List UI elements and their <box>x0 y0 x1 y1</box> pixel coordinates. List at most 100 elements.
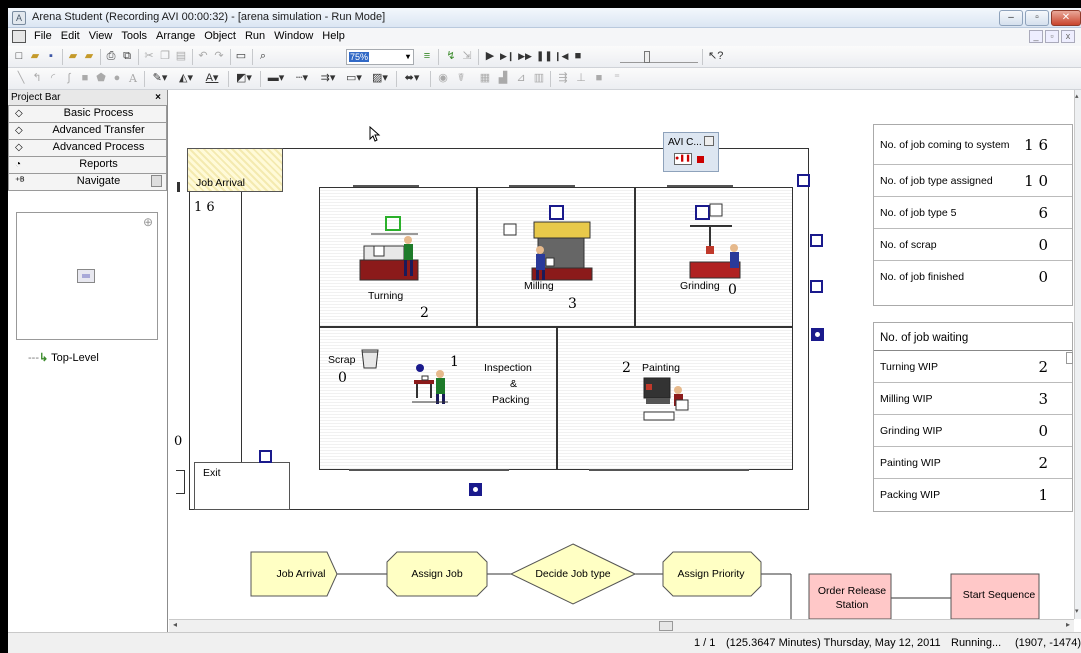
cut-icon[interactable]: ✂ <box>142 49 156 64</box>
line-width-icon[interactable]: ▬▾ <box>264 71 288 86</box>
end-icon[interactable]: ■ <box>572 49 584 64</box>
panel-basic-process[interactable]: ◇ Basic Process <box>8 106 167 123</box>
polygon-icon[interactable]: ⬟ <box>94 71 108 86</box>
scroll-down-icon[interactable]: ▾ <box>1075 607 1079 615</box>
avi-capture-widget[interactable]: AVI C... ●❚❚ <box>663 132 719 172</box>
scroll-right-icon[interactable]: ▸ <box>1066 620 1070 629</box>
step-icon[interactable]: ▶❙ <box>500 49 514 64</box>
template-detach-icon[interactable]: ▰ <box>82 49 96 64</box>
mdi-minimize-button[interactable]: _ <box>1029 30 1043 43</box>
project-bar-close-icon[interactable]: × <box>155 90 161 105</box>
milling-area: Milling 3 <box>477 187 635 327</box>
minimize-button[interactable]: – <box>999 10 1023 26</box>
menu-view[interactable]: View <box>89 30 113 42</box>
clock-icon[interactable]: ▦ <box>478 71 492 86</box>
menu-run[interactable]: Run <box>245 30 265 42</box>
line-pattern-icon[interactable]: ▭▾ <box>342 71 366 86</box>
text-icon[interactable]: A <box>126 71 140 86</box>
ellipse-icon[interactable]: ● <box>110 71 124 86</box>
help-pointer-icon[interactable]: ↖? <box>708 49 723 64</box>
save-icon[interactable]: ▪ <box>44 49 58 64</box>
new-icon[interactable]: □ <box>12 49 26 64</box>
layers-icon[interactable]: ▭ <box>234 49 248 64</box>
menu-window[interactable]: Window <box>274 30 313 42</box>
layers-toggle-icon[interactable]: ≡ <box>420 49 434 64</box>
scroll-left-icon[interactable]: ◂ <box>173 620 177 629</box>
zoom-select[interactable]: 75% ▾ <box>346 49 414 65</box>
show-icon[interactable]: ⬌▾ <box>400 71 424 86</box>
arrow-style-icon[interactable]: ⇉▾ <box>316 71 340 86</box>
segment-icon[interactable]: ⁼ <box>610 71 624 86</box>
date-icon[interactable]: ▟ <box>496 71 510 86</box>
status-bar: 1 / 1 (125.3647 Minutes) Thursday, May 1… <box>8 632 1081 653</box>
close-button[interactable]: ✕ <box>1051 10 1081 26</box>
panel-advanced-transfer[interactable]: ◇ Advanced Transfer <box>8 123 167 140</box>
resource-icon[interactable]: ■ <box>592 71 606 86</box>
bezier-icon[interactable]: ∫ <box>62 71 76 86</box>
station-icon[interactable]: ⊥ <box>574 71 588 86</box>
histogram-icon[interactable]: ▥ <box>532 71 546 86</box>
panel-navigate[interactable]: ⁺ᴮ Navigate <box>8 174 167 191</box>
properties-icon[interactable] <box>151 175 162 187</box>
document-icon[interactable] <box>12 30 26 43</box>
connect-icon[interactable]: ↯ <box>444 49 458 64</box>
arc-icon[interactable]: ◜ <box>46 71 60 86</box>
tree-item-top-level[interactable]: ---↳ Top-Level <box>28 351 99 364</box>
mdi-restore-button[interactable]: ▫ <box>1045 30 1059 43</box>
background-color-icon[interactable]: ◩▾ <box>232 71 256 86</box>
navigate-thumbnail[interactable]: ⊕ <box>16 212 158 340</box>
plot-icon[interactable]: ⊿ <box>514 71 528 86</box>
fill-pattern-icon[interactable]: ▨▾ <box>368 71 392 86</box>
storage-icon[interactable]: ◉ <box>436 71 450 86</box>
menu-arrange[interactable]: Arrange <box>156 30 195 42</box>
template-attach-icon[interactable]: ▰ <box>66 49 80 64</box>
menu-tools[interactable]: Tools <box>121 30 147 42</box>
menu-object[interactable]: Object <box>204 30 236 42</box>
arena-window: A Arena Student (Recording AVI 00:00:32)… <box>8 8 1081 653</box>
paste-icon[interactable]: ▤ <box>174 49 188 64</box>
line-icon[interactable]: ╲ <box>14 71 28 86</box>
vertical-scrollbar[interactable]: ▴ ▾ <box>1074 90 1081 619</box>
text-color-icon[interactable]: A▾ <box>200 71 224 86</box>
project-bar-title: Project Bar <box>11 92 61 103</box>
mdi-close-button[interactable]: x <box>1061 30 1075 43</box>
print-preview-icon[interactable]: ⧉ <box>120 49 134 64</box>
model-canvas[interactable]: Job Arrival 1 6 Exit 0 Turning 2 Milling… <box>169 90 1074 619</box>
flow-label: Order Release Station <box>817 585 887 611</box>
open-icon[interactable]: ▰ <box>28 49 42 64</box>
line-color-icon[interactable]: ✎▾ <box>148 71 172 86</box>
undo-icon[interactable]: ↶ <box>196 49 210 64</box>
record-pause-icon[interactable]: ●❚❚ <box>674 153 692 165</box>
fill-color-icon[interactable]: ◭▾ <box>174 71 198 86</box>
avi-close-icon[interactable] <box>704 136 714 146</box>
panel-reports[interactable]: ◔ Reports <box>8 157 167 174</box>
start-over-icon[interactable]: ❙◀ <box>554 49 568 64</box>
line-style-icon[interactable]: ┄▾ <box>290 71 314 86</box>
horizontal-scrollbar[interactable]: ◂ ▸ <box>169 619 1074 632</box>
route-icon[interactable]: ⇶ <box>556 71 570 86</box>
scroll-up-icon[interactable]: ▴ <box>1075 92 1079 100</box>
stop-record-icon[interactable] <box>697 156 704 163</box>
go-icon[interactable]: ▶ <box>484 49 496 64</box>
zoom-in-icon[interactable]: ⊕ <box>143 215 153 229</box>
wip-table-handle[interactable] <box>1066 352 1073 364</box>
redo-icon[interactable]: ↷ <box>212 49 226 64</box>
menu-file[interactable]: File <box>34 30 52 42</box>
pause-icon[interactable]: ❚❚ <box>536 49 553 64</box>
milling-queue-count: 3 <box>568 296 577 312</box>
seize-icon[interactable]: ☤ <box>454 71 468 86</box>
animation-speed-slider[interactable] <box>620 51 698 63</box>
fast-forward-icon[interactable]: ▶▶ <box>518 49 532 64</box>
maximize-button[interactable]: ▫ <box>1025 10 1049 26</box>
copy-icon[interactable]: ❐ <box>158 49 172 64</box>
scrap-bin-icon <box>361 349 379 369</box>
box-icon[interactable]: ■ <box>78 71 92 86</box>
polyline-icon[interactable]: ↰ <box>30 71 44 86</box>
scroll-thumb[interactable] <box>659 621 673 631</box>
zoom-icon[interactable]: ⌕ <box>256 49 270 64</box>
menu-help[interactable]: Help <box>322 30 345 42</box>
draw-icon[interactable]: ⇲ <box>460 49 474 64</box>
print-icon[interactable]: ⎙ <box>104 49 118 64</box>
panel-advanced-process[interactable]: ◇ Advanced Process <box>8 140 167 157</box>
menu-edit[interactable]: Edit <box>61 30 80 42</box>
